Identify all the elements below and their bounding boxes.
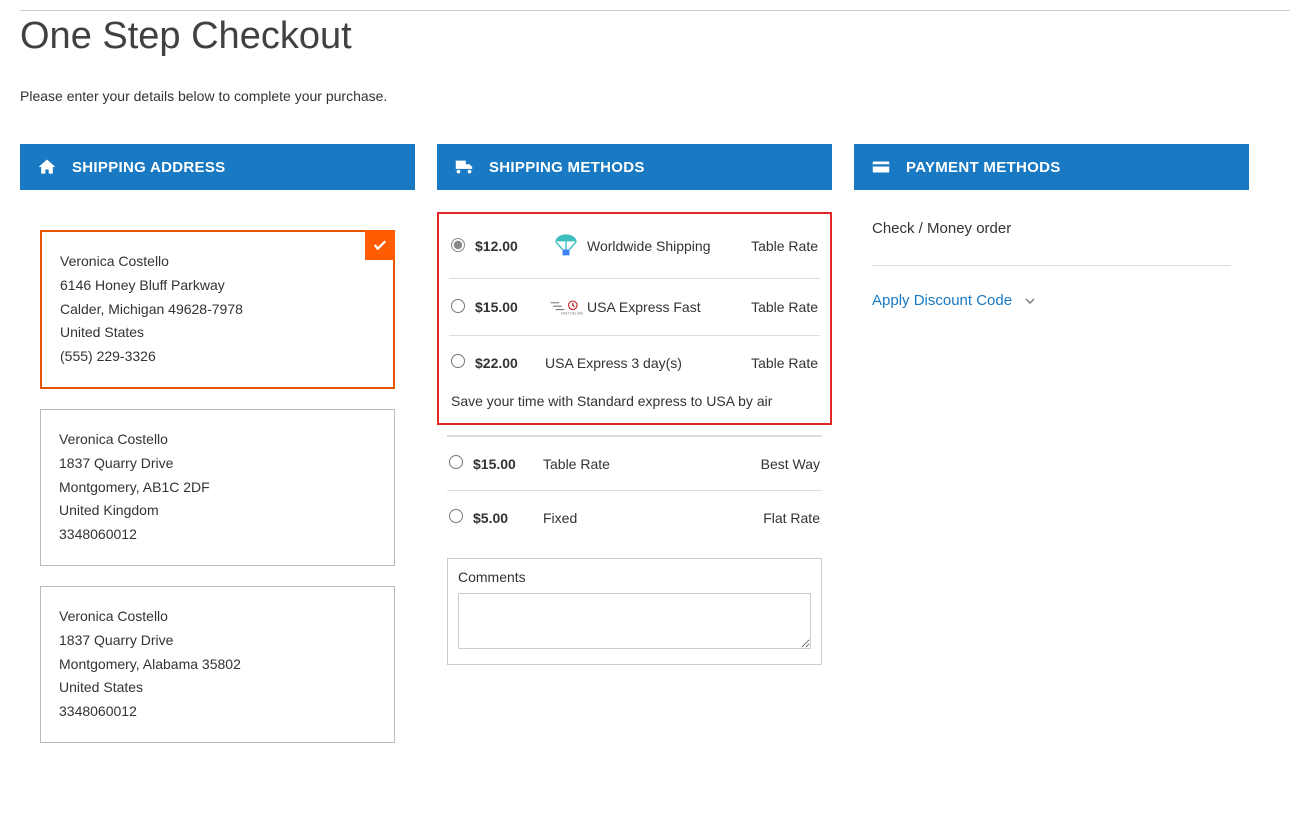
- page-subtitle: Please enter your details below to compl…: [20, 88, 1290, 104]
- address-city: Calder, Michigan 49628-7978: [60, 298, 375, 322]
- shipping-methods-title: SHIPPING METHODS: [489, 159, 645, 176]
- address-card[interactable]: Veronica Costello 6146 Honey Bluff Parkw…: [40, 230, 395, 389]
- address-phone: 3348060012: [59, 523, 376, 547]
- shipping-rate: Best Way: [730, 456, 820, 472]
- address-card[interactable]: Veronica Costello 1837 Quarry Drive Mont…: [40, 409, 395, 566]
- shipping-price: $15.00: [473, 456, 543, 472]
- shipping-methods-header: SHIPPING METHODS: [437, 144, 832, 190]
- shipping-price: $5.00: [473, 510, 543, 526]
- address-country: United States: [59, 676, 376, 700]
- page-title: One Step Checkout: [20, 10, 1290, 58]
- fast-delivery-icon: FAST DELIVERY: [545, 297, 587, 317]
- address-street: 6146 Honey Bluff Parkway: [60, 274, 375, 298]
- shipping-name: USA Express Fast: [587, 299, 728, 315]
- shipping-rate: Flat Rate: [730, 510, 820, 526]
- apply-discount-toggle[interactable]: Apply Discount Code: [872, 292, 1231, 309]
- shipping-price: $15.00: [475, 299, 545, 315]
- payment-methods-header: PAYMENT METHODS: [854, 144, 1249, 190]
- comments-box: Comments: [447, 558, 822, 665]
- shipping-price: $22.00: [475, 355, 545, 371]
- parachute-icon: [545, 232, 587, 260]
- address-country: United Kingdom: [59, 499, 376, 523]
- svg-text:FAST DELIVERY: FAST DELIVERY: [561, 312, 583, 316]
- comments-textarea[interactable]: [458, 593, 811, 649]
- shipping-method-row[interactable]: $12.00 Worldwide Shipping Table Rate: [449, 214, 820, 279]
- shipping-method-row[interactable]: $15.00 FAST DELIVERY USA Express Fast Ta…: [449, 279, 820, 336]
- discount-label: Apply Discount Code: [872, 292, 1012, 309]
- comments-label: Comments: [458, 569, 811, 585]
- address-street: 1837 Quarry Drive: [59, 629, 376, 653]
- shipping-address-title: SHIPPING ADDRESS: [72, 159, 225, 176]
- payment-option[interactable]: Check / Money order: [872, 220, 1231, 266]
- address-list: Veronica Costello 6146 Honey Bluff Parkw…: [20, 190, 415, 783]
- shipping-rate: Table Rate: [728, 355, 818, 371]
- address-phone: 3348060012: [59, 700, 376, 724]
- shipping-method-row[interactable]: $22.00 USA Express 3 day(s) Table Rate: [449, 336, 820, 389]
- truck-icon: [453, 156, 475, 178]
- address-city: Montgomery, AB1C 2DF: [59, 476, 376, 500]
- credit-card-icon: [870, 156, 892, 178]
- shipping-radio[interactable]: [451, 299, 465, 313]
- address-city: Montgomery, Alabama 35802: [59, 653, 376, 677]
- shipping-address-header: SHIPPING ADDRESS: [20, 144, 415, 190]
- shipping-rate: Table Rate: [728, 299, 818, 315]
- shipping-radio[interactable]: [449, 455, 463, 469]
- shipping-radio[interactable]: [449, 509, 463, 523]
- chevron-down-icon: [1022, 293, 1038, 309]
- shipping-name: Worldwide Shipping: [587, 238, 728, 254]
- address-country: United States: [60, 321, 375, 345]
- highlighted-shipping-group: $12.00 Worldwide Shipping Table Rate $15…: [437, 212, 832, 425]
- shipping-method-row[interactable]: $5.00 Fixed Flat Rate: [447, 490, 822, 544]
- address-phone: (555) 229-3326: [60, 345, 375, 369]
- shipping-price: $12.00: [475, 238, 545, 254]
- shipping-methods-column: SHIPPING METHODS $12.00 Worldwide Shippi…: [437, 144, 832, 665]
- shipping-name: USA Express 3 day(s): [545, 355, 728, 371]
- address-street: 1837 Quarry Drive: [59, 452, 376, 476]
- shipping-name: Fixed: [543, 510, 730, 526]
- shipping-rate: Table Rate: [728, 238, 818, 254]
- other-shipping-group: $15.00 Table Rate Best Way $5.00 Fixed F…: [437, 435, 832, 544]
- check-icon: [365, 230, 395, 260]
- address-name: Veronica Costello: [59, 605, 376, 629]
- payment-methods-column: PAYMENT METHODS Check / Money order Appl…: [854, 144, 1249, 339]
- shipping-note: Save your time with Standard express to …: [449, 389, 820, 411]
- shipping-radio[interactable]: [451, 238, 465, 252]
- shipping-method-row[interactable]: $15.00 Table Rate Best Way: [447, 436, 822, 490]
- shipping-address-column: SHIPPING ADDRESS Veronica Costello 6146 …: [20, 144, 415, 783]
- shipping-name: Table Rate: [543, 456, 730, 472]
- home-icon: [36, 156, 58, 178]
- address-name: Veronica Costello: [60, 250, 375, 274]
- address-name: Veronica Costello: [59, 428, 376, 452]
- shipping-radio[interactable]: [451, 354, 465, 368]
- address-card[interactable]: Veronica Costello 1837 Quarry Drive Mont…: [40, 586, 395, 743]
- payment-methods-title: PAYMENT METHODS: [906, 159, 1061, 176]
